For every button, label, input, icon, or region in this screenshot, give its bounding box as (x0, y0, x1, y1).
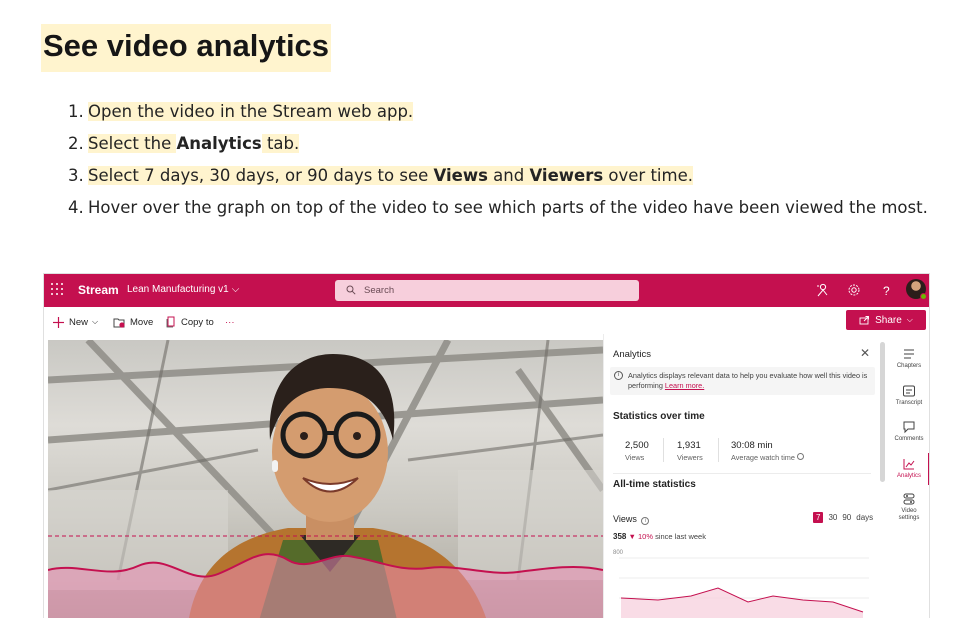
list-item: 4. Hover over the graph on top of the vi… (68, 198, 928, 217)
views-trend: 358 ▼ 10% since last week (613, 532, 706, 541)
step-text: Select 7 days, 30 days, or 90 days to se… (88, 166, 434, 185)
step-text: Hover over the graph on top of the video… (88, 198, 928, 217)
steps-list: 1. Open the video in the Stream web app.… (68, 96, 938, 224)
help-icon[interactable]: ? (878, 282, 894, 298)
rail-item-transcript[interactable]: Transcript (887, 384, 929, 406)
video-name-breadcrumb[interactable]: Lean Manufacturing v1 ⌵ (127, 284, 239, 295)
video-frame-image (48, 340, 603, 618)
chevron-down-icon: ⌵ (231, 284, 240, 295)
info-icon: i (614, 371, 623, 380)
stat-viewers: 1,931 Viewers (677, 440, 703, 462)
page-title: See video analytics (41, 24, 332, 72)
transcript-icon (903, 385, 915, 397)
list-item: 2. Select the Analytics tab. (68, 134, 300, 153)
app-launcher-icon[interactable] (51, 283, 65, 297)
divider (613, 473, 871, 474)
time-range-selector: 7 30 90 days (813, 512, 873, 523)
learn-more-link[interactable]: Learn more. (665, 381, 704, 390)
copy-to-button[interactable]: Copy to (166, 315, 214, 329)
active-indicator (928, 453, 929, 485)
presence-badge (920, 293, 927, 300)
info-icon[interactable] (796, 453, 804, 460)
analytics-pane: Analytics ✕ i Analytics displays relevan… (603, 334, 883, 618)
range-30-days-button[interactable]: 30 (828, 513, 837, 522)
chapters-icon (904, 349, 914, 359)
analytics-icon (903, 459, 915, 470)
search-input[interactable] (364, 283, 624, 298)
rail-item-comments[interactable]: Comments (887, 420, 929, 442)
views-chart[interactable]: 800 (613, 550, 875, 618)
chevron-down-icon: ⌵ (92, 317, 99, 326)
comments-icon (903, 421, 915, 434)
views-label: Views i (613, 514, 650, 525)
new-button[interactable]: New ⌵ (53, 315, 98, 329)
search-icon (346, 285, 356, 295)
copy-icon (166, 316, 175, 328)
statistics-over-time-heading: Statistics over time (613, 411, 705, 422)
search-box[interactable] (335, 280, 639, 301)
stat-views: 2,500 Views (625, 440, 649, 462)
feedback-icon[interactable] (814, 282, 830, 298)
rail-item-chapters[interactable]: Chapters (887, 347, 929, 369)
range-90-days-button[interactable]: 90 (842, 513, 851, 522)
app-header: Stream Lean Manufacturing v1⌵ ? (44, 274, 929, 307)
svg-text:?: ? (883, 284, 890, 298)
move-button[interactable]: Move (113, 315, 153, 329)
command-bar: New ⌵ Move Copy to ··· Share ⌵ (44, 307, 929, 334)
list-item: 3. Select 7 days, 30 days, or 90 days to… (68, 166, 693, 185)
avatar[interactable] (906, 279, 927, 300)
trend-down-icon: ▼ (628, 532, 636, 541)
share-icon (859, 316, 870, 325)
rail-item-video-settings[interactable]: Video settings (887, 492, 929, 522)
video-player[interactable] (48, 340, 603, 618)
all-time-statistics-heading: All-time statistics (613, 479, 696, 490)
chevron-down-icon: ⌵ (906, 315, 913, 324)
plus-icon (53, 316, 64, 328)
range-7-days-button[interactable]: 7 (813, 512, 824, 523)
step-text: Select the (88, 134, 177, 153)
chart-axis-max: 800 (613, 550, 624, 556)
stream-app-screenshot: Stream Lean Manufacturing v1⌵ ? New ⌵ Mo… (43, 273, 930, 618)
step-text: Open the video in the Stream web app. (88, 102, 414, 121)
share-button[interactable]: Share ⌵ (846, 310, 926, 330)
side-rail: Chapters Transcript Comments Analytics V… (887, 334, 929, 618)
close-icon[interactable]: ✕ (860, 346, 870, 360)
divider (718, 438, 719, 462)
list-item: 1. Open the video in the Stream web app. (68, 102, 414, 121)
gear-icon[interactable] (846, 282, 862, 298)
info-banner: i Analytics displays relevant data to he… (610, 367, 875, 395)
pane-scrollbar[interactable] (880, 342, 885, 482)
analytics-pane-title: Analytics (613, 349, 652, 360)
app-name[interactable]: Stream (78, 283, 119, 297)
more-options-button[interactable]: ··· (225, 315, 235, 329)
move-icon (113, 318, 125, 328)
range-unit-label: days (856, 513, 874, 522)
video-settings-icon (903, 493, 915, 505)
info-icon[interactable]: i (641, 517, 650, 525)
divider (663, 438, 664, 462)
views-chart-plot (619, 557, 869, 618)
stat-average-watch-time: 30:08 min Average watch time (731, 440, 804, 462)
info-text: Analytics displays relevant data to help… (628, 371, 868, 390)
rail-item-analytics[interactable]: Analytics (887, 457, 929, 479)
